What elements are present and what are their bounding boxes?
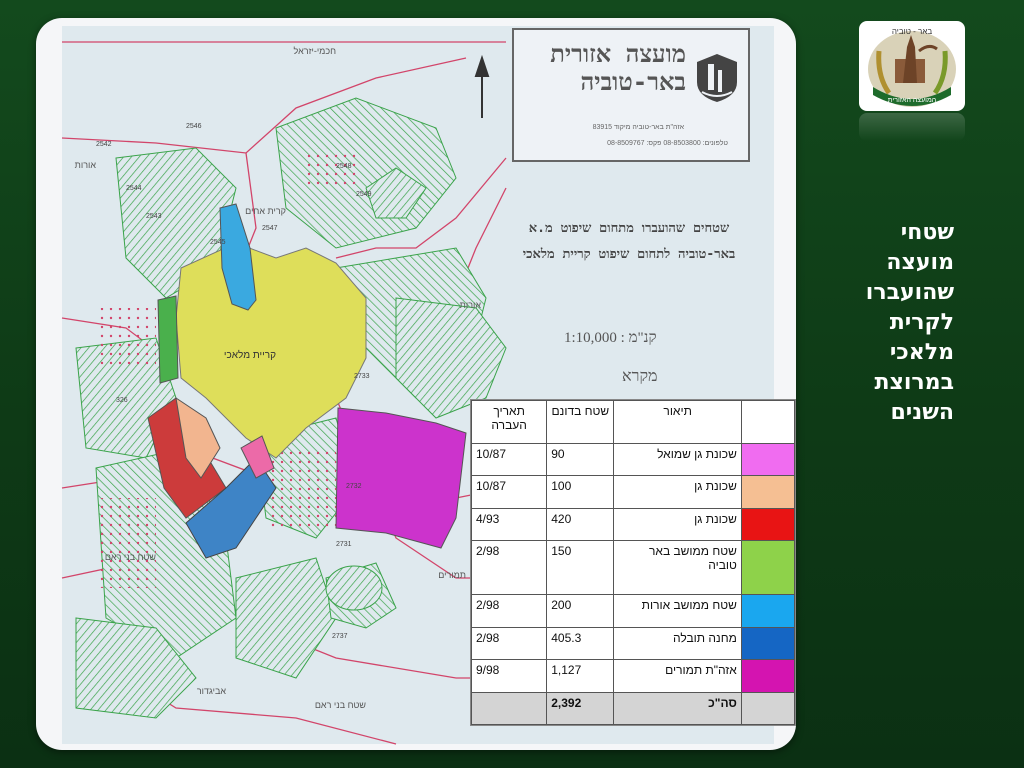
color-swatch <box>740 540 796 596</box>
map-scale: קנ"מ : 1:10,000 <box>564 330 657 346</box>
legend-title: מקרא <box>622 368 658 385</box>
row-area: 405.3 <box>546 626 615 661</box>
slide-title: שטחי מועצה שהועברו לקרית מלאכי במרוצת הש… <box>865 220 954 425</box>
plot-number: 2548 <box>336 163 352 170</box>
city-label: קריית מלאכי <box>224 349 276 361</box>
table-row: שכונת גן 100 10/87 <box>470 475 796 509</box>
plot-number: 2732 <box>346 483 362 490</box>
place-label-kiryat-achim: קרית אחים <box>245 206 286 216</box>
tamurim-area <box>335 407 467 549</box>
table-row: מחנה תובלה 405.3 2/98 <box>470 626 796 661</box>
row-description: אזה"ת תמורים <box>613 659 742 693</box>
plot-number: 2549 <box>356 191 372 198</box>
header-swatch <box>740 400 796 444</box>
council-seal-icon <box>697 54 737 102</box>
place-label-avigdor: אביגדור <box>197 686 226 696</box>
header-date: תאריך העברה <box>470 400 548 444</box>
plot-number: 2731 <box>336 541 352 548</box>
row-date: 9/98 <box>470 659 548 693</box>
row-date: 4/93 <box>470 507 548 542</box>
logo-reflection <box>859 113 965 141</box>
table-row: אזה"ת תמורים 1,127 9/98 <box>470 659 796 693</box>
row-date: 2/98 <box>470 540 548 596</box>
map-subject: שטחים שהועברו מתחום שיפוט מ.א באר-טוביה … <box>522 221 736 262</box>
row-description: שכונת גן שמואל <box>613 442 742 477</box>
color-swatch <box>740 594 796 628</box>
council-logo: באר - טוביה המועצה האזורית <box>859 21 965 111</box>
table-row: שכונת גן שמואל 90 10/87 <box>470 442 796 477</box>
row-date: 10/87 <box>470 475 548 509</box>
council-emblem-icon: באר - טוביה המועצה האזורית <box>868 27 956 107</box>
place-label-north: חכמי-יזראל <box>294 46 337 56</box>
row-date: 2/98 <box>470 594 548 628</box>
plot-number: 2544 <box>126 185 142 192</box>
table-row: שכונת גן 420 4/93 <box>470 507 796 542</box>
plot-number: 2547 <box>262 225 278 232</box>
header-area: שטח בדונם <box>546 400 615 444</box>
table-header-row: תיאור שטח בדונם תאריך העברה <box>470 400 796 444</box>
color-swatch <box>740 659 796 693</box>
place-label-bnei-reem: שטח בני ראם <box>105 552 157 562</box>
row-description: שכונת גן <box>613 507 742 542</box>
logo-bottom-text: המועצה האזורית <box>888 97 937 104</box>
row-area: 150 <box>546 540 615 596</box>
row-description: שכונת גן <box>613 475 742 509</box>
council-phones: טלפונים: 08-8503800 פקס: 08-8509767 <box>607 140 728 147</box>
color-swatch <box>740 442 796 477</box>
place-label-orot-north: אורות <box>460 300 482 310</box>
color-swatch <box>740 507 796 542</box>
plot-number: 2543 <box>146 213 162 220</box>
color-swatch <box>740 475 796 509</box>
row-description: שטח ממושב באר טוביה <box>613 540 742 596</box>
table-total-row: סה"כ 2,392 <box>470 691 796 726</box>
color-swatch <box>740 626 796 661</box>
row-area: 420 <box>546 507 615 542</box>
table-row: שטח ממושב באר טוביה 150 2/98 <box>470 540 796 596</box>
total-date <box>470 691 548 726</box>
row-date: 10/87 <box>470 442 548 477</box>
total-label: סה"כ <box>613 691 742 726</box>
council-address: אזה"ת באר-טוביה מיקוד 83915 <box>592 124 684 131</box>
plot-number: 326 <box>116 397 128 404</box>
plot-number: 2545 <box>210 239 226 246</box>
place-label-tamurim: תמורים <box>438 570 466 580</box>
place-label-orot: אורות <box>75 160 97 170</box>
row-area: 90 <box>546 442 615 477</box>
total-area: 2,392 <box>546 691 615 726</box>
table-row: שטח ממושב אורות 200 2/98 <box>470 594 796 628</box>
logo-top-text: באר - טוביה <box>892 27 932 36</box>
row-area: 1,127 <box>546 659 615 693</box>
area-table-panel: תיאור שטח בדונם תאריך העברה שכונת גן שמו… <box>470 399 796 726</box>
row-area: 200 <box>546 594 615 628</box>
green-strip-area <box>157 295 179 384</box>
row-area: 100 <box>546 475 615 509</box>
plot-number: 2542 <box>96 141 112 148</box>
header-description: תיאור <box>613 400 742 444</box>
place-label-bnei-reem-south: שטח בני ראם <box>315 700 367 710</box>
row-description: שטח ממושב אורות <box>613 594 742 628</box>
row-date: 2/98 <box>470 626 548 661</box>
row-description: מחנה תובלה <box>613 626 742 661</box>
map-frame: קריית מלאכי אורות קרית אחים חכמי-יזראל ש… <box>36 18 796 750</box>
plot-number: 2737 <box>332 633 348 640</box>
total-swatch <box>740 691 796 726</box>
area-table: תיאור שטח בדונם תאריך העברה שכונת גן שמו… <box>470 400 796 726</box>
map-title-block: מועצה אזורית באר-טוביה אזה"ת באר-טוביה מ… <box>512 28 750 162</box>
plot-number: 2546 <box>186 123 202 130</box>
plot-number: 2733 <box>354 373 370 380</box>
council-name: מועצה אזורית באר-טוביה <box>550 40 686 96</box>
